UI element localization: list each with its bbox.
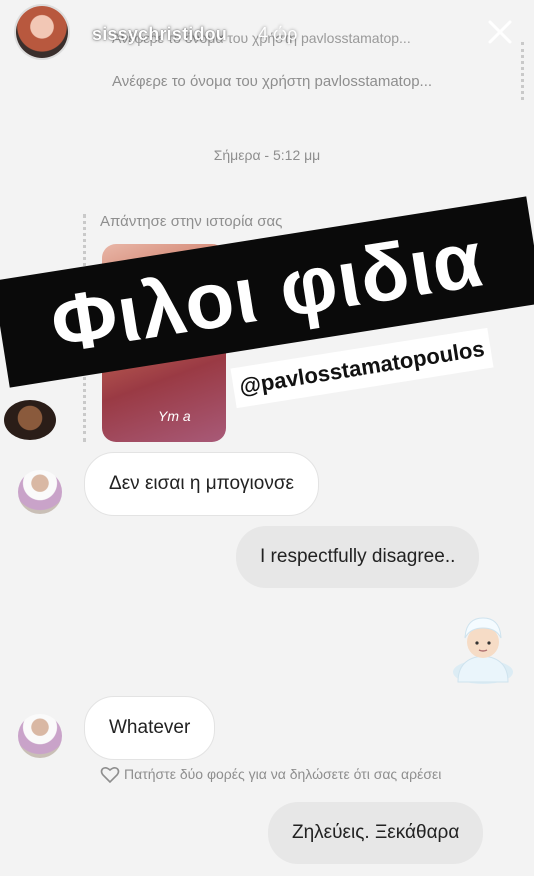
- thread-divider-right: [518, 42, 524, 100]
- date-separator: Σήμερα - 5:12 μμ: [213, 147, 321, 163]
- double-tap-like-hint: Πατήστε δύο φορές για να δηλώσετε ότι σα…: [124, 766, 442, 782]
- thumbnail-inset-image: [4, 400, 56, 440]
- sender-avatar[interactable]: [18, 470, 62, 514]
- person-in-towel-emoji[interactable]: [448, 608, 518, 684]
- heart-icon[interactable]: [100, 766, 120, 784]
- message-bubble-outgoing[interactable]: I respectfully disagree..: [236, 526, 480, 588]
- message-bubble-incoming[interactable]: Whatever: [84, 696, 216, 760]
- thumbnail-caption: Ym a: [158, 408, 191, 424]
- reply-to-story-note: Απάντησε στην ιστορία σας: [100, 213, 283, 230]
- message-bubble-incoming[interactable]: Δεν εισαι η μπογιονσε: [84, 452, 320, 516]
- sender-avatar[interactable]: [18, 714, 62, 758]
- close-icon[interactable]: [486, 18, 514, 46]
- story-time-ago: 4 ώρ: [258, 24, 298, 44]
- story-avatar[interactable]: [16, 6, 68, 58]
- mention-message: Ανέφερε το όνομα του χρήστη pavlosstamat…: [112, 73, 433, 90]
- message-bubble-outgoing[interactable]: Ζηλεύεις. Ξεκάθαρα: [268, 802, 484, 864]
- story-username[interactable]: sissychristidou: [92, 24, 227, 45]
